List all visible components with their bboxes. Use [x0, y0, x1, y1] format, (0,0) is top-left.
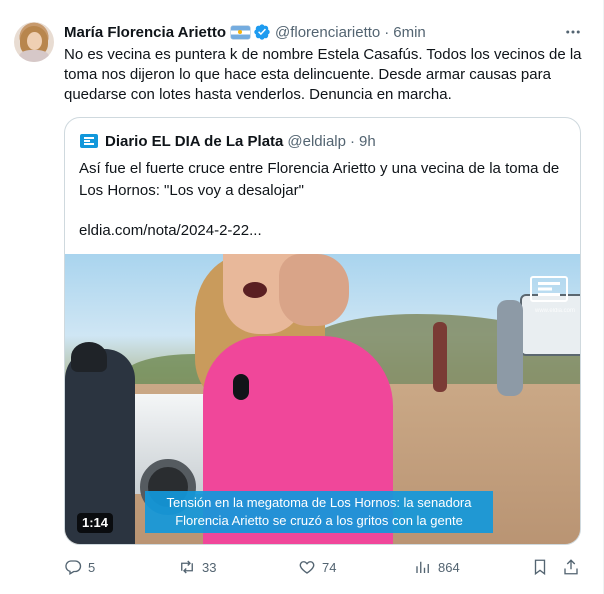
reply-count: 5	[88, 559, 96, 575]
avatar-face	[27, 32, 42, 50]
caption-line-2: Florencia Arietto se cruzó a los gritos …	[175, 513, 463, 528]
tweet-header: María Florencia Arietto @florenciarietto…	[64, 22, 426, 42]
retweet-icon	[181, 560, 193, 574]
bookmark-icon	[534, 559, 546, 576]
quoted-timestamp: 9h	[358, 132, 376, 150]
author-name[interactable]: María Florencia Arietto	[64, 24, 226, 41]
like-count: 74	[322, 559, 337, 575]
argentina-flag-icon	[230, 25, 250, 39]
eldia-logo-icon	[79, 131, 99, 151]
retweet-count: 33	[202, 559, 217, 575]
tweet-timestamp[interactable]: 6min	[393, 24, 426, 41]
author-handle[interactable]: @florenciarietto	[275, 24, 380, 41]
retweet-button[interactable]: 33	[178, 557, 216, 577]
eldia-watermark-icon	[530, 276, 568, 302]
share-icon	[564, 559, 578, 575]
quoted-tweet-header: Diario EL DIA de La Plata @eldialp · 9h	[79, 131, 376, 151]
video-player[interactable]: www.eldia.com Tensión en la megatoma de …	[65, 254, 580, 544]
like-icon	[299, 561, 315, 574]
quoted-author-name: Diario EL DIA de La Plata	[105, 132, 284, 150]
reply-icon	[65, 560, 82, 575]
woman-hand	[279, 254, 349, 326]
views-icon	[416, 561, 429, 573]
quoted-tweet-link[interactable]: eldia.com/nota/2024-2-22...	[79, 220, 262, 242]
tweet-text: No es vecina es puntera k de nombre Este…	[64, 46, 582, 103]
verified-badge-icon[interactable]	[253, 23, 271, 41]
quoted-header-separator: ·	[349, 132, 355, 150]
channel-url: www.eldia.com	[535, 308, 576, 314]
foreground-man-head	[71, 342, 107, 372]
lapel-microphone	[233, 374, 249, 400]
quoted-tweet-text: Así fue el fuerte cruce entre Florencia …	[79, 160, 560, 199]
quoted-tweet[interactable]: Diario EL DIA de La Plata @eldialp · 9h …	[64, 117, 581, 545]
parked-truck	[520, 294, 580, 356]
background-person	[433, 322, 447, 392]
like-button[interactable]: 74	[298, 557, 336, 577]
bookmark-button[interactable]	[531, 557, 555, 577]
reply-button[interactable]: 5	[64, 557, 95, 577]
share-button[interactable]	[562, 557, 586, 577]
more-icon	[566, 30, 580, 34]
tweet-card[interactable]: María Florencia Arietto @florenciarietto…	[0, 0, 604, 594]
tweet-actions: 5 33 74 864	[64, 557, 584, 577]
quoted-author-handle: @eldialp	[287, 132, 346, 150]
caption-line-1: Tensión en la megatoma de Los Hornos: la…	[166, 495, 472, 510]
views-button[interactable]: 864	[414, 557, 460, 577]
author-avatar[interactable]	[14, 22, 54, 62]
avatar-body	[19, 50, 49, 62]
background-person	[497, 300, 523, 396]
more-options-button[interactable]	[563, 22, 583, 42]
video-caption: Tensión en la megatoma de Los Hornos: la…	[145, 491, 493, 533]
views-count: 864	[438, 559, 460, 575]
video-duration: 1:14	[77, 513, 114, 533]
woman-mouth	[243, 282, 267, 298]
header-separator: ·	[384, 23, 390, 41]
